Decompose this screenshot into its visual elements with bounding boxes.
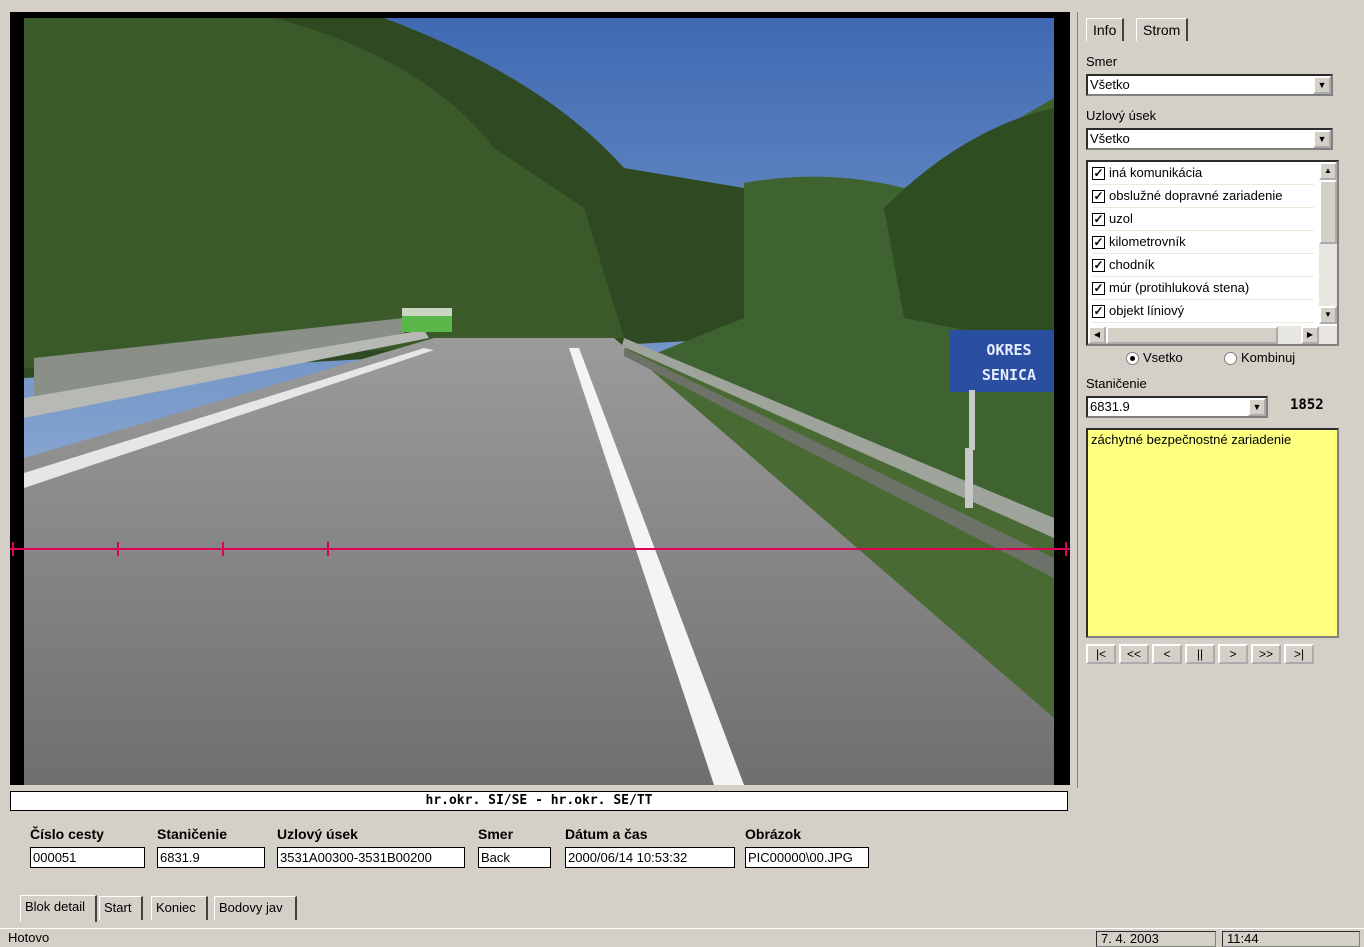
chevron-down-icon[interactable]: ▼ bbox=[1313, 130, 1331, 148]
measure-tick bbox=[327, 542, 329, 556]
route-title: hr.okr. SI/SE - hr.okr. SE/TT bbox=[10, 791, 1068, 811]
uzlovy-usek-field[interactable]: 3531A00300-3531B00200 bbox=[277, 847, 465, 868]
list-item[interactable]: ✓ múr (protihluková stena) bbox=[1092, 277, 1314, 300]
tab-blok-detail[interactable]: Blok detail bbox=[20, 895, 97, 922]
status-date: 7. 4. 2003 bbox=[1096, 931, 1216, 947]
vertical-scrollbar[interactable]: ▲ ▼ bbox=[1319, 162, 1337, 324]
last-button[interactable]: >| bbox=[1284, 644, 1314, 664]
checkbox-icon[interactable]: ✓ bbox=[1092, 213, 1105, 227]
uzlovy-usek-label: Uzlový úsek bbox=[277, 826, 358, 842]
tab-strom[interactable]: Strom bbox=[1136, 18, 1189, 41]
stanicenie-select[interactable]: 6831.9 ▼ bbox=[1086, 396, 1268, 418]
feature-note: záchytné bezpečnostné zariadenie bbox=[1086, 428, 1339, 638]
list-item[interactable]: ✓ objekt líniový bbox=[1092, 300, 1314, 323]
uzlovy-value: Všetko bbox=[1090, 131, 1130, 146]
record-count: 1852 bbox=[1290, 397, 1324, 413]
scroll-thumb[interactable] bbox=[1106, 326, 1278, 344]
scroll-left-icon[interactable]: ◀ bbox=[1088, 326, 1106, 344]
checkbox-icon[interactable]: ✓ bbox=[1092, 236, 1105, 250]
measure-tick bbox=[117, 542, 119, 556]
uzlovy-select[interactable]: Všetko ▼ bbox=[1086, 128, 1333, 150]
smer-field[interactable]: Back bbox=[478, 847, 551, 868]
rewind-button[interactable]: << bbox=[1119, 644, 1149, 664]
scroll-right-icon[interactable]: ▶ bbox=[1301, 326, 1319, 344]
checkbox-icon[interactable]: ✓ bbox=[1092, 190, 1105, 204]
radio-icon[interactable] bbox=[1126, 352, 1139, 366]
radio-all[interactable]: Vsetko bbox=[1126, 350, 1183, 366]
sign-line-1: OKRES bbox=[986, 341, 1031, 359]
status-bar: Hotovo 7. 4. 2003 11:44 bbox=[0, 928, 1364, 947]
tab-info[interactable]: Info bbox=[1086, 18, 1125, 41]
list-item[interactable]: ✓ obslužné dopravné zariadenie bbox=[1092, 185, 1314, 208]
smer-label: Smer bbox=[1086, 54, 1118, 69]
horizontal-scrollbar[interactable]: ◀ ▶ bbox=[1088, 326, 1337, 344]
list-item[interactable]: ✓ chodník bbox=[1092, 254, 1314, 277]
status-text: Hotovo bbox=[8, 930, 50, 945]
tab-bodovy-jav[interactable]: Bodovy jav bbox=[214, 896, 297, 920]
radio-icon[interactable] bbox=[1224, 352, 1237, 366]
smer-field-label: Smer bbox=[478, 826, 514, 842]
stanicenie-field[interactable]: 6831.9 bbox=[157, 847, 265, 868]
photo-viewer[interactable]: OKRES SENICA bbox=[10, 12, 1070, 785]
obrazok-label: Obrázok bbox=[745, 826, 802, 842]
tab-koniec[interactable]: Koniec bbox=[151, 896, 208, 920]
info-panel: Info Strom Smer Všetko ▼ Uzlový úsek Vše… bbox=[1077, 12, 1363, 788]
radio-combine[interactable]: Kombinuj bbox=[1224, 350, 1295, 366]
measure-line bbox=[10, 548, 1070, 550]
fast-forward-button[interactable]: >> bbox=[1251, 644, 1281, 664]
scroll-down-icon[interactable]: ▼ bbox=[1319, 306, 1337, 324]
sign-line-2: SENICA bbox=[982, 366, 1036, 384]
list-item[interactable]: ✓ iná komunikácia bbox=[1092, 162, 1314, 185]
scroll-thumb[interactable] bbox=[1319, 180, 1337, 244]
list-item[interactable]: ✓ kilometrovník bbox=[1092, 231, 1314, 254]
tab-start[interactable]: Start bbox=[99, 896, 143, 920]
uzlovy-label: Uzlový úsek bbox=[1086, 108, 1157, 123]
road-photo[interactable]: OKRES SENICA bbox=[24, 18, 1054, 785]
chevron-down-icon[interactable]: ▼ bbox=[1248, 398, 1266, 416]
chevron-down-icon[interactable]: ▼ bbox=[1313, 76, 1331, 94]
status-time: 11:44 bbox=[1222, 931, 1360, 947]
datum-label: Dátum a čas bbox=[565, 826, 648, 842]
scroll-up-icon[interactable]: ▲ bbox=[1319, 162, 1337, 180]
measure-tick bbox=[12, 542, 14, 556]
pause-button[interactable]: || bbox=[1185, 644, 1215, 664]
cislo-cesty-field[interactable]: 000051 bbox=[30, 847, 145, 868]
prev-button[interactable]: < bbox=[1152, 644, 1182, 664]
checkbox-icon[interactable]: ✓ bbox=[1092, 305, 1105, 319]
measure-tick bbox=[1065, 542, 1067, 556]
smer-select[interactable]: Všetko ▼ bbox=[1086, 74, 1333, 96]
measure-tick bbox=[222, 542, 224, 556]
smer-value: Všetko bbox=[1090, 77, 1130, 92]
obrazok-field[interactable]: PIC00000\00.JPG bbox=[745, 847, 869, 868]
stanicenie-label: Staničenie bbox=[1086, 376, 1147, 391]
next-button[interactable]: > bbox=[1218, 644, 1248, 664]
cislo-cesty-label: Číslo cesty bbox=[30, 826, 104, 842]
checkbox-icon[interactable]: ✓ bbox=[1092, 282, 1105, 296]
datum-field[interactable]: 2000/06/14 10:53:32 bbox=[565, 847, 735, 868]
checkbox-icon[interactable]: ✓ bbox=[1092, 259, 1105, 273]
first-button[interactable]: |< bbox=[1086, 644, 1116, 664]
stanicenie-field-label: Staničenie bbox=[157, 826, 228, 842]
checkbox-icon[interactable]: ✓ bbox=[1092, 167, 1105, 181]
stanicenie-value: 6831.9 bbox=[1090, 399, 1130, 414]
list-item[interactable]: ✓ uzol bbox=[1092, 208, 1314, 231]
feature-list[interactable]: ✓ iná komunikácia ✓ obslužné dopravné zari… bbox=[1086, 160, 1339, 346]
